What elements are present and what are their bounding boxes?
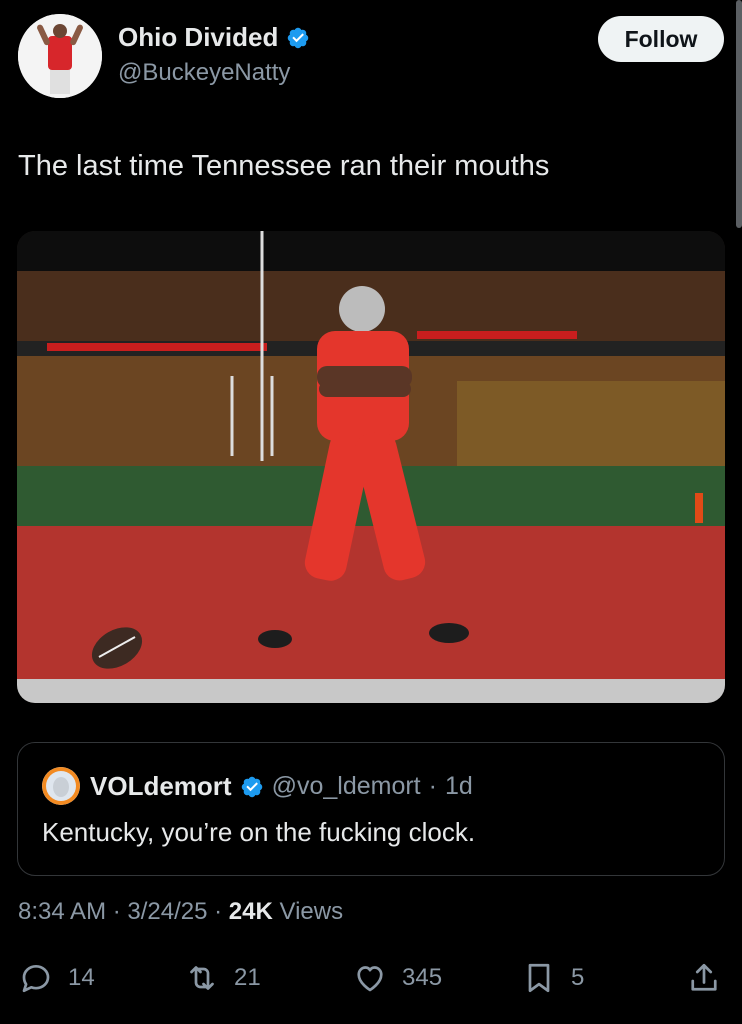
bookmark-count: 5 [571,964,585,991]
scrollbar[interactable] [736,0,742,228]
meta-separator: · [106,898,128,925]
quoted-display-name: VOLdemort [90,771,232,801]
quoted-author-avatar[interactable] [42,767,80,805]
reply-button[interactable]: 14 [18,960,95,996]
bookmark-button[interactable]: 5 [521,960,584,996]
tweet-meta: 8:34 AM · 3/24/25 · 24K Views [18,898,343,926]
author-display-name[interactable]: Ohio Divided [118,22,278,53]
repost-count: 21 [234,964,261,991]
like-count: 345 [402,964,443,991]
follow-button[interactable]: Follow [598,16,724,62]
verified-badge-icon [288,27,309,48]
tweet-text: The last time Tennessee ran their mouths [18,150,550,182]
author-handle[interactable]: @BuckeyeNatty [118,59,310,87]
like-button[interactable]: 345 [352,960,442,996]
views-count: 24K [228,898,273,925]
quoted-handle: @vo_ldemort [271,772,421,800]
share-icon [691,963,717,991]
reply-icon [22,964,50,993]
tweet-header: Ohio Divided @BuckeyeNatty Follow [18,14,724,100]
quoted-text: Kentucky, you’re on the fucking clock. [42,817,476,847]
quoted-age: 1d [444,772,473,800]
tweet-time[interactable]: 8:34 AM [18,898,106,925]
repost-button[interactable]: 21 [184,960,261,996]
quoted-separator: · [428,772,437,800]
tweet-photo[interactable] [17,231,725,703]
heart-icon [357,966,383,992]
quoted-tweet[interactable]: VOLdemort @vo_ldemort · 1d Kentucky, you… [17,742,725,876]
bookmark-icon [528,963,550,993]
views-label: Views [272,898,344,925]
verified-badge-icon [241,776,262,797]
share-button[interactable] [686,960,722,996]
repost-icon [190,966,214,990]
tweet-actions: 14 21 345 5 [0,950,742,1010]
reply-count: 14 [68,964,95,991]
football-celebration-photo [17,231,725,703]
author-avatar[interactable] [18,14,102,98]
tweet-date[interactable]: 3/24/25 [127,898,207,925]
meta-separator: · [207,898,229,925]
